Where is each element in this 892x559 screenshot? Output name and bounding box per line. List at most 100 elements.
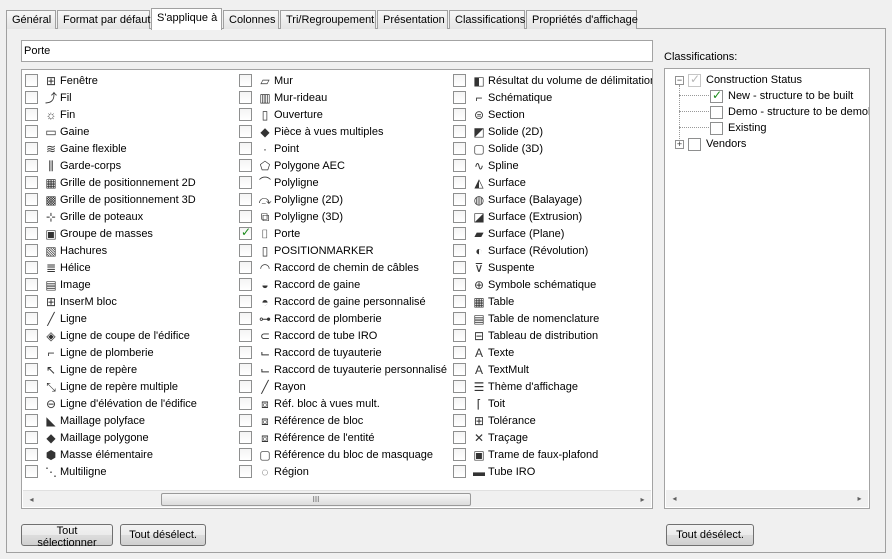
object-type-checkbox[interactable]	[453, 278, 466, 291]
object-type-checkbox[interactable]	[239, 414, 252, 427]
object-type-checkbox[interactable]	[25, 397, 38, 410]
object-type-checkbox[interactable]	[239, 210, 252, 223]
object-type-item[interactable]: ⧈ Référence de l'entité	[239, 429, 447, 446]
object-type-item[interactable]: ⬠ Polygone AEC	[239, 157, 447, 174]
object-type-item[interactable]: ◧ Résultat du volume de délimitation	[453, 72, 652, 89]
scroll-left-arrow-icon[interactable]: ◂	[666, 490, 683, 507]
object-type-item[interactable]: A TextMult	[453, 361, 652, 378]
object-type-checkbox[interactable]	[25, 465, 38, 478]
object-type-checkbox[interactable]	[239, 74, 252, 87]
object-type-item[interactable]: ▬ Tube IRO	[453, 463, 652, 480]
object-type-item[interactable]: ╱ Ligne	[25, 310, 197, 327]
object-type-item[interactable]: ↖ Ligne de repère	[25, 361, 197, 378]
object-type-item[interactable]: ⊶ Raccord de plomberie	[239, 310, 447, 327]
scroll-left-arrow-icon[interactable]: ◂	[23, 491, 40, 508]
object-type-checkbox[interactable]	[239, 295, 252, 308]
object-type-item[interactable]: ⤴ Fil	[25, 89, 197, 106]
object-type-checkbox[interactable]	[239, 244, 252, 257]
object-type-item[interactable]: ⌙ Raccord de tuyauterie personnalisé	[239, 361, 447, 378]
object-type-checkbox[interactable]	[239, 108, 252, 121]
collapse-icon[interactable]: −	[675, 75, 684, 85]
object-type-item[interactable]: ▢ Référence du bloc de masquage	[239, 446, 447, 463]
object-type-item[interactable]: ⬢ Masse élémentaire	[25, 446, 197, 463]
object-type-checkbox[interactable]	[239, 465, 252, 478]
object-type-item[interactable]: ⤡ Ligne de repère multiple	[25, 378, 197, 395]
object-type-item[interactable]: ⌐ Ligne de plomberie	[25, 344, 197, 361]
object-type-checkbox[interactable]	[453, 295, 466, 308]
object-type-item[interactable]: ◐ Surface (Révolution)	[453, 242, 652, 259]
object-type-checkbox[interactable]	[239, 397, 252, 410]
object-type-item[interactable]: ⤼ Polyligne (2D)	[239, 191, 447, 208]
object-type-checkbox[interactable]	[453, 329, 466, 342]
object-type-item[interactable]: ⊟ Tableau de distribution	[453, 327, 652, 344]
object-type-checkbox[interactable]	[239, 261, 252, 274]
object-type-item[interactable]: ◒ Raccord de gaine	[239, 276, 447, 293]
object-type-item[interactable]: ✕ Traçage	[453, 429, 652, 446]
object-type-item[interactable]: ⌐ Schématique	[453, 89, 652, 106]
tree-horizontal-scrollbar[interactable]: ◂ ▸	[666, 490, 868, 507]
object-type-checkbox[interactable]	[453, 244, 466, 257]
object-type-item[interactable]: ▯ POSITIONMARKER	[239, 242, 447, 259]
object-type-item[interactable]: ⌙ Raccord de tuyauterie	[239, 344, 447, 361]
deselect-all-button[interactable]: Tout désélect.	[120, 524, 206, 546]
object-type-checkbox[interactable]	[453, 448, 466, 461]
object-type-list[interactable]: ⊞ Fenêtre ⤴ Fil ☼ Fin ▭ Gaine ≋ Gaine flexible ⫼ Ga…	[21, 69, 653, 509]
object-type-checkbox[interactable]	[453, 431, 466, 444]
object-type-checkbox[interactable]	[25, 227, 38, 240]
object-type-checkbox[interactable]	[25, 74, 38, 87]
object-type-checkbox[interactable]	[453, 193, 466, 206]
tree-checkbox[interactable]	[710, 121, 723, 135]
object-type-item[interactable]: ◩ Solide (2D)	[453, 123, 652, 140]
object-type-checkbox[interactable]	[25, 329, 38, 342]
object-type-checkbox[interactable]	[239, 125, 252, 138]
object-type-checkbox[interactable]	[239, 380, 252, 393]
object-type-checkbox[interactable]	[25, 244, 38, 257]
tab-presentation[interactable]: Présentation	[377, 10, 448, 29]
tree-checkbox[interactable]	[688, 137, 701, 151]
object-type-checkbox[interactable]	[453, 363, 466, 376]
object-type-item[interactable]: ⊞ Fenêtre	[25, 72, 197, 89]
object-type-checkbox[interactable]	[453, 176, 466, 189]
object-type-item[interactable]: ▭ Gaine	[25, 123, 197, 140]
tree-node-new[interactable]: New - structure to be built	[710, 88, 853, 104]
tree-node-demo[interactable]: Demo - structure to be demolis	[710, 104, 869, 120]
tree-checkbox[interactable]	[688, 72, 701, 87]
object-type-checkbox[interactable]	[239, 312, 252, 325]
tab-default-format[interactable]: Format par défaut	[57, 10, 150, 29]
object-type-checkbox[interactable]	[25, 295, 38, 308]
object-type-item[interactable]: ▩ Grille de positionnement 3D	[25, 191, 197, 208]
tab-general[interactable]: Général	[6, 10, 56, 29]
object-type-checkbox[interactable]	[453, 125, 466, 138]
object-type-checkbox[interactable]	[453, 397, 466, 410]
object-type-item[interactable]: ⊽ Suspente	[453, 259, 652, 276]
object-type-item[interactable]: ⧉ Polyligne (3D)	[239, 208, 447, 225]
tab-columns[interactable]: Colonnes	[223, 10, 279, 29]
filter-input[interactable]	[21, 40, 653, 62]
object-type-item[interactable]: ▣ Trame de faux-plafond	[453, 446, 652, 463]
tree-node-construction-status[interactable]: − Construction Status	[675, 72, 802, 88]
object-type-checkbox[interactable]	[25, 380, 38, 393]
object-type-checkbox[interactable]	[25, 159, 38, 172]
object-type-checkbox[interactable]	[239, 448, 252, 461]
object-type-checkbox[interactable]	[453, 142, 466, 155]
object-type-checkbox[interactable]	[239, 346, 252, 359]
scroll-right-arrow-icon[interactable]: ▸	[851, 490, 868, 507]
object-type-checkbox[interactable]	[239, 91, 252, 104]
object-type-item[interactable]: ▰ Surface (Plane)	[453, 225, 652, 242]
object-type-checkbox[interactable]	[453, 312, 466, 325]
object-type-item[interactable]: ≣ Hélice	[25, 259, 197, 276]
object-type-checkbox[interactable]	[453, 261, 466, 274]
object-type-item[interactable]: ▣ Groupe de masses	[25, 225, 197, 242]
object-type-item[interactable]: ⊞ Tolérance	[453, 412, 652, 429]
object-type-checkbox[interactable]	[453, 346, 466, 359]
object-type-item[interactable]: ▦ Table	[453, 293, 652, 310]
object-type-item[interactable]: ⫼ Garde-corps	[25, 157, 197, 174]
object-type-checkbox[interactable]	[239, 176, 252, 189]
tab-display-properties[interactable]: Propriétés d'affichage	[526, 10, 638, 29]
object-type-item[interactable]: ▥ Mur-rideau	[239, 89, 447, 106]
object-type-item[interactable]: ⌷ Porte	[239, 225, 447, 242]
object-type-item[interactable]: ▯ Ouverture	[239, 106, 447, 123]
object-type-item[interactable]: ⌒ Polyligne	[239, 174, 447, 191]
object-type-item[interactable]: ▧ Hachures	[25, 242, 197, 259]
object-type-item[interactable]: ◣ Maillage polyface	[25, 412, 197, 429]
